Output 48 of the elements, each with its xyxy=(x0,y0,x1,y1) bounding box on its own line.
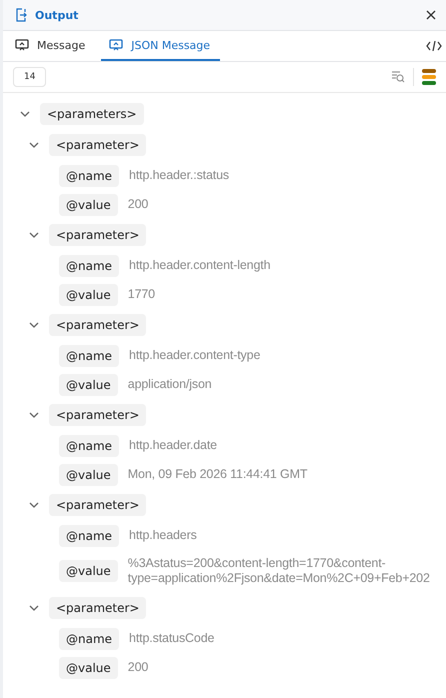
tag-label: <parameter> xyxy=(49,314,146,336)
tag-label: <parameter> xyxy=(49,597,146,619)
chevron-icon[interactable] xyxy=(29,142,39,148)
attribute-value: http.statusCode xyxy=(129,631,214,646)
message-icon xyxy=(109,39,124,51)
layers-icon[interactable] xyxy=(422,69,436,85)
attribute-value: 200 xyxy=(128,197,148,212)
tag-label: <parameter> xyxy=(49,224,146,246)
tab[interactable]: JSON Message xyxy=(101,31,220,61)
tag-label: <parameters> xyxy=(40,103,144,125)
search-icon[interactable] xyxy=(391,71,405,83)
attribute-key: @value xyxy=(59,194,118,216)
close-button[interactable] xyxy=(426,10,436,20)
attribute-value: http.header.:status xyxy=(129,168,230,183)
export-icon xyxy=(15,8,27,22)
attribute-value: 1770 xyxy=(128,287,155,302)
chevron-icon[interactable] xyxy=(29,412,39,418)
chevron-icon[interactable] xyxy=(29,232,39,238)
attribute-key: @name xyxy=(59,254,120,276)
attribute-value: %3Astatus=200&content-length=1770&content-type=application%2Fjson&date=Mon%2C+09+Feb+202 xyxy=(128,556,431,586)
attribute-value: http.header.date xyxy=(129,438,217,453)
tag-label: <parameter> xyxy=(49,134,146,156)
message-icon xyxy=(15,39,29,51)
tag-label: <parameter> xyxy=(49,494,146,516)
attribute-value: http.header.content-type xyxy=(129,348,260,363)
attribute-key: @name xyxy=(59,524,120,546)
attribute-key: @value xyxy=(59,464,118,486)
attribute-value: http.header.content-length xyxy=(129,258,270,273)
chevron-icon[interactable] xyxy=(29,502,39,508)
attribute-key: @value xyxy=(59,560,118,582)
tab[interactable]: Message xyxy=(13,31,96,61)
attribute-key: @name xyxy=(59,164,120,186)
panel-title: Output xyxy=(35,8,80,22)
count-label: 14 xyxy=(13,67,46,87)
attribute-key: @value xyxy=(59,656,118,678)
attribute-value: 200 xyxy=(128,660,148,675)
attribute-value: http.headers xyxy=(129,528,197,543)
chevron-icon[interactable] xyxy=(20,111,30,117)
chevron-icon[interactable] xyxy=(29,322,39,328)
tag-label: <parameter> xyxy=(49,404,146,426)
attribute-key: @name xyxy=(59,344,120,366)
chevron-icon[interactable] xyxy=(29,605,39,611)
attribute-value: Mon, 09 Feb 2026 11:44:41 GMT xyxy=(128,467,308,482)
attribute-key: @value xyxy=(59,284,118,306)
attribute-key: @name xyxy=(59,628,120,650)
attribute-key: @name xyxy=(59,434,120,456)
attribute-value: application/json xyxy=(128,377,212,392)
attribute-key: @value xyxy=(59,374,118,396)
